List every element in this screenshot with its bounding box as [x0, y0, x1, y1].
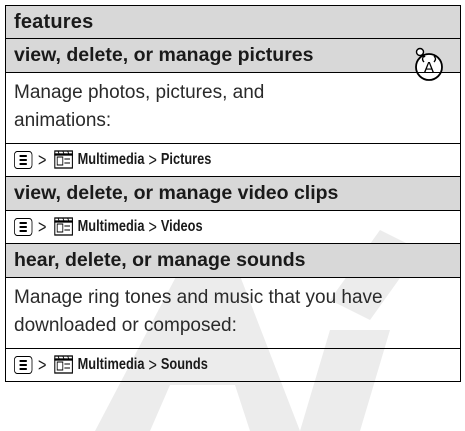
menu-key-icon	[14, 151, 33, 169]
menu-path-pictures: > Multimedia > Pictures	[6, 143, 460, 176]
section-description-pictures: Manage photos, pictures, and animations:	[6, 72, 460, 143]
path-separator: >	[148, 354, 157, 375]
path-item-label: Pictures	[160, 151, 212, 168]
menu-key-icon	[14, 356, 33, 374]
section-heading-label: hear, delete, or manage sounds	[14, 249, 306, 271]
section-heading-label: view, delete, or manage pictures	[14, 44, 314, 66]
path-menu-label: Multimedia	[77, 218, 145, 235]
path-separator: >	[38, 149, 47, 170]
path-item-label: Videos	[160, 218, 203, 235]
path-separator: >	[38, 216, 47, 237]
section-description-sounds: Manage ring tones and music that you hav…	[6, 277, 460, 348]
menu-path-videos: > Multimedia > Videos	[6, 210, 460, 243]
section-description: Manage ring tones and music that you hav…	[14, 287, 383, 336]
path-separator: >	[148, 149, 157, 170]
path-separator: >	[38, 354, 47, 375]
section-heading-label: view, delete, or manage video clips	[14, 182, 339, 204]
table-header: features	[6, 6, 460, 38]
features-table: features view, delete, or manage picture…	[5, 5, 461, 382]
menu-key-icon	[14, 218, 33, 236]
section-heading-pictures: view, delete, or manage pictures A	[6, 38, 460, 81]
path-menu-label: Multimedia	[77, 151, 145, 168]
path-menu-label: Multimedia	[77, 356, 145, 373]
section-heading-videos: view, delete, or manage video clips	[6, 176, 460, 210]
path-separator: >	[148, 216, 157, 237]
multimedia-film-icon	[53, 150, 73, 169]
path-item-label: Sounds	[160, 356, 208, 373]
multimedia-film-icon	[53, 217, 73, 236]
section-heading-sounds: hear, delete, or manage sounds	[6, 243, 460, 277]
menu-path-sounds: > Multimedia > Sounds	[6, 348, 460, 381]
multimedia-film-icon	[53, 355, 73, 374]
table-header-label: features	[14, 10, 94, 33]
section-description: Manage photos, pictures, and animations:	[14, 82, 265, 131]
